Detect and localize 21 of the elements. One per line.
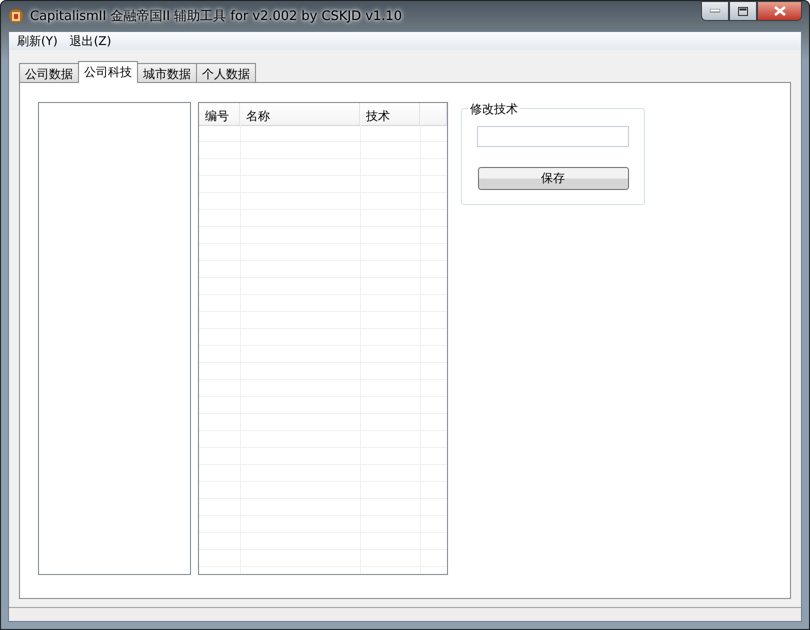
maximize-button[interactable] xyxy=(729,1,757,21)
minimize-icon xyxy=(710,9,720,13)
input-field[interactable] xyxy=(477,126,629,147)
data-grid[interactable]: 编号 名称 技术 xyxy=(198,102,448,575)
tab[interactable]: 个人数据 xyxy=(196,63,256,82)
app-icon xyxy=(8,8,24,24)
window-title: CapitalismII 金融帝国II 辅助工具 for v2.002 by CSKJD v1.10 xyxy=(30,8,402,25)
column-header[interactable]: 技术 xyxy=(360,103,420,125)
column-header[interactable]: 名称 xyxy=(240,103,360,125)
menu-item[interactable]: 退出(Z) xyxy=(64,32,118,50)
save-button[interactable]: 保存 xyxy=(478,167,628,190)
minimize-button[interactable] xyxy=(701,1,729,21)
tab[interactable]: 公司科技 xyxy=(78,61,138,83)
tab[interactable]: 城市数据 xyxy=(137,63,197,82)
group-title: 修改技术 xyxy=(468,101,520,118)
tab[interactable]: 公司数据 xyxy=(19,63,79,82)
maximize-icon xyxy=(738,6,748,16)
close-icon xyxy=(774,6,786,16)
column-header[interactable]: 编号 xyxy=(199,103,240,125)
close-button[interactable] xyxy=(757,1,802,21)
menu-item[interactable]: 刷新(Y) xyxy=(11,32,64,50)
